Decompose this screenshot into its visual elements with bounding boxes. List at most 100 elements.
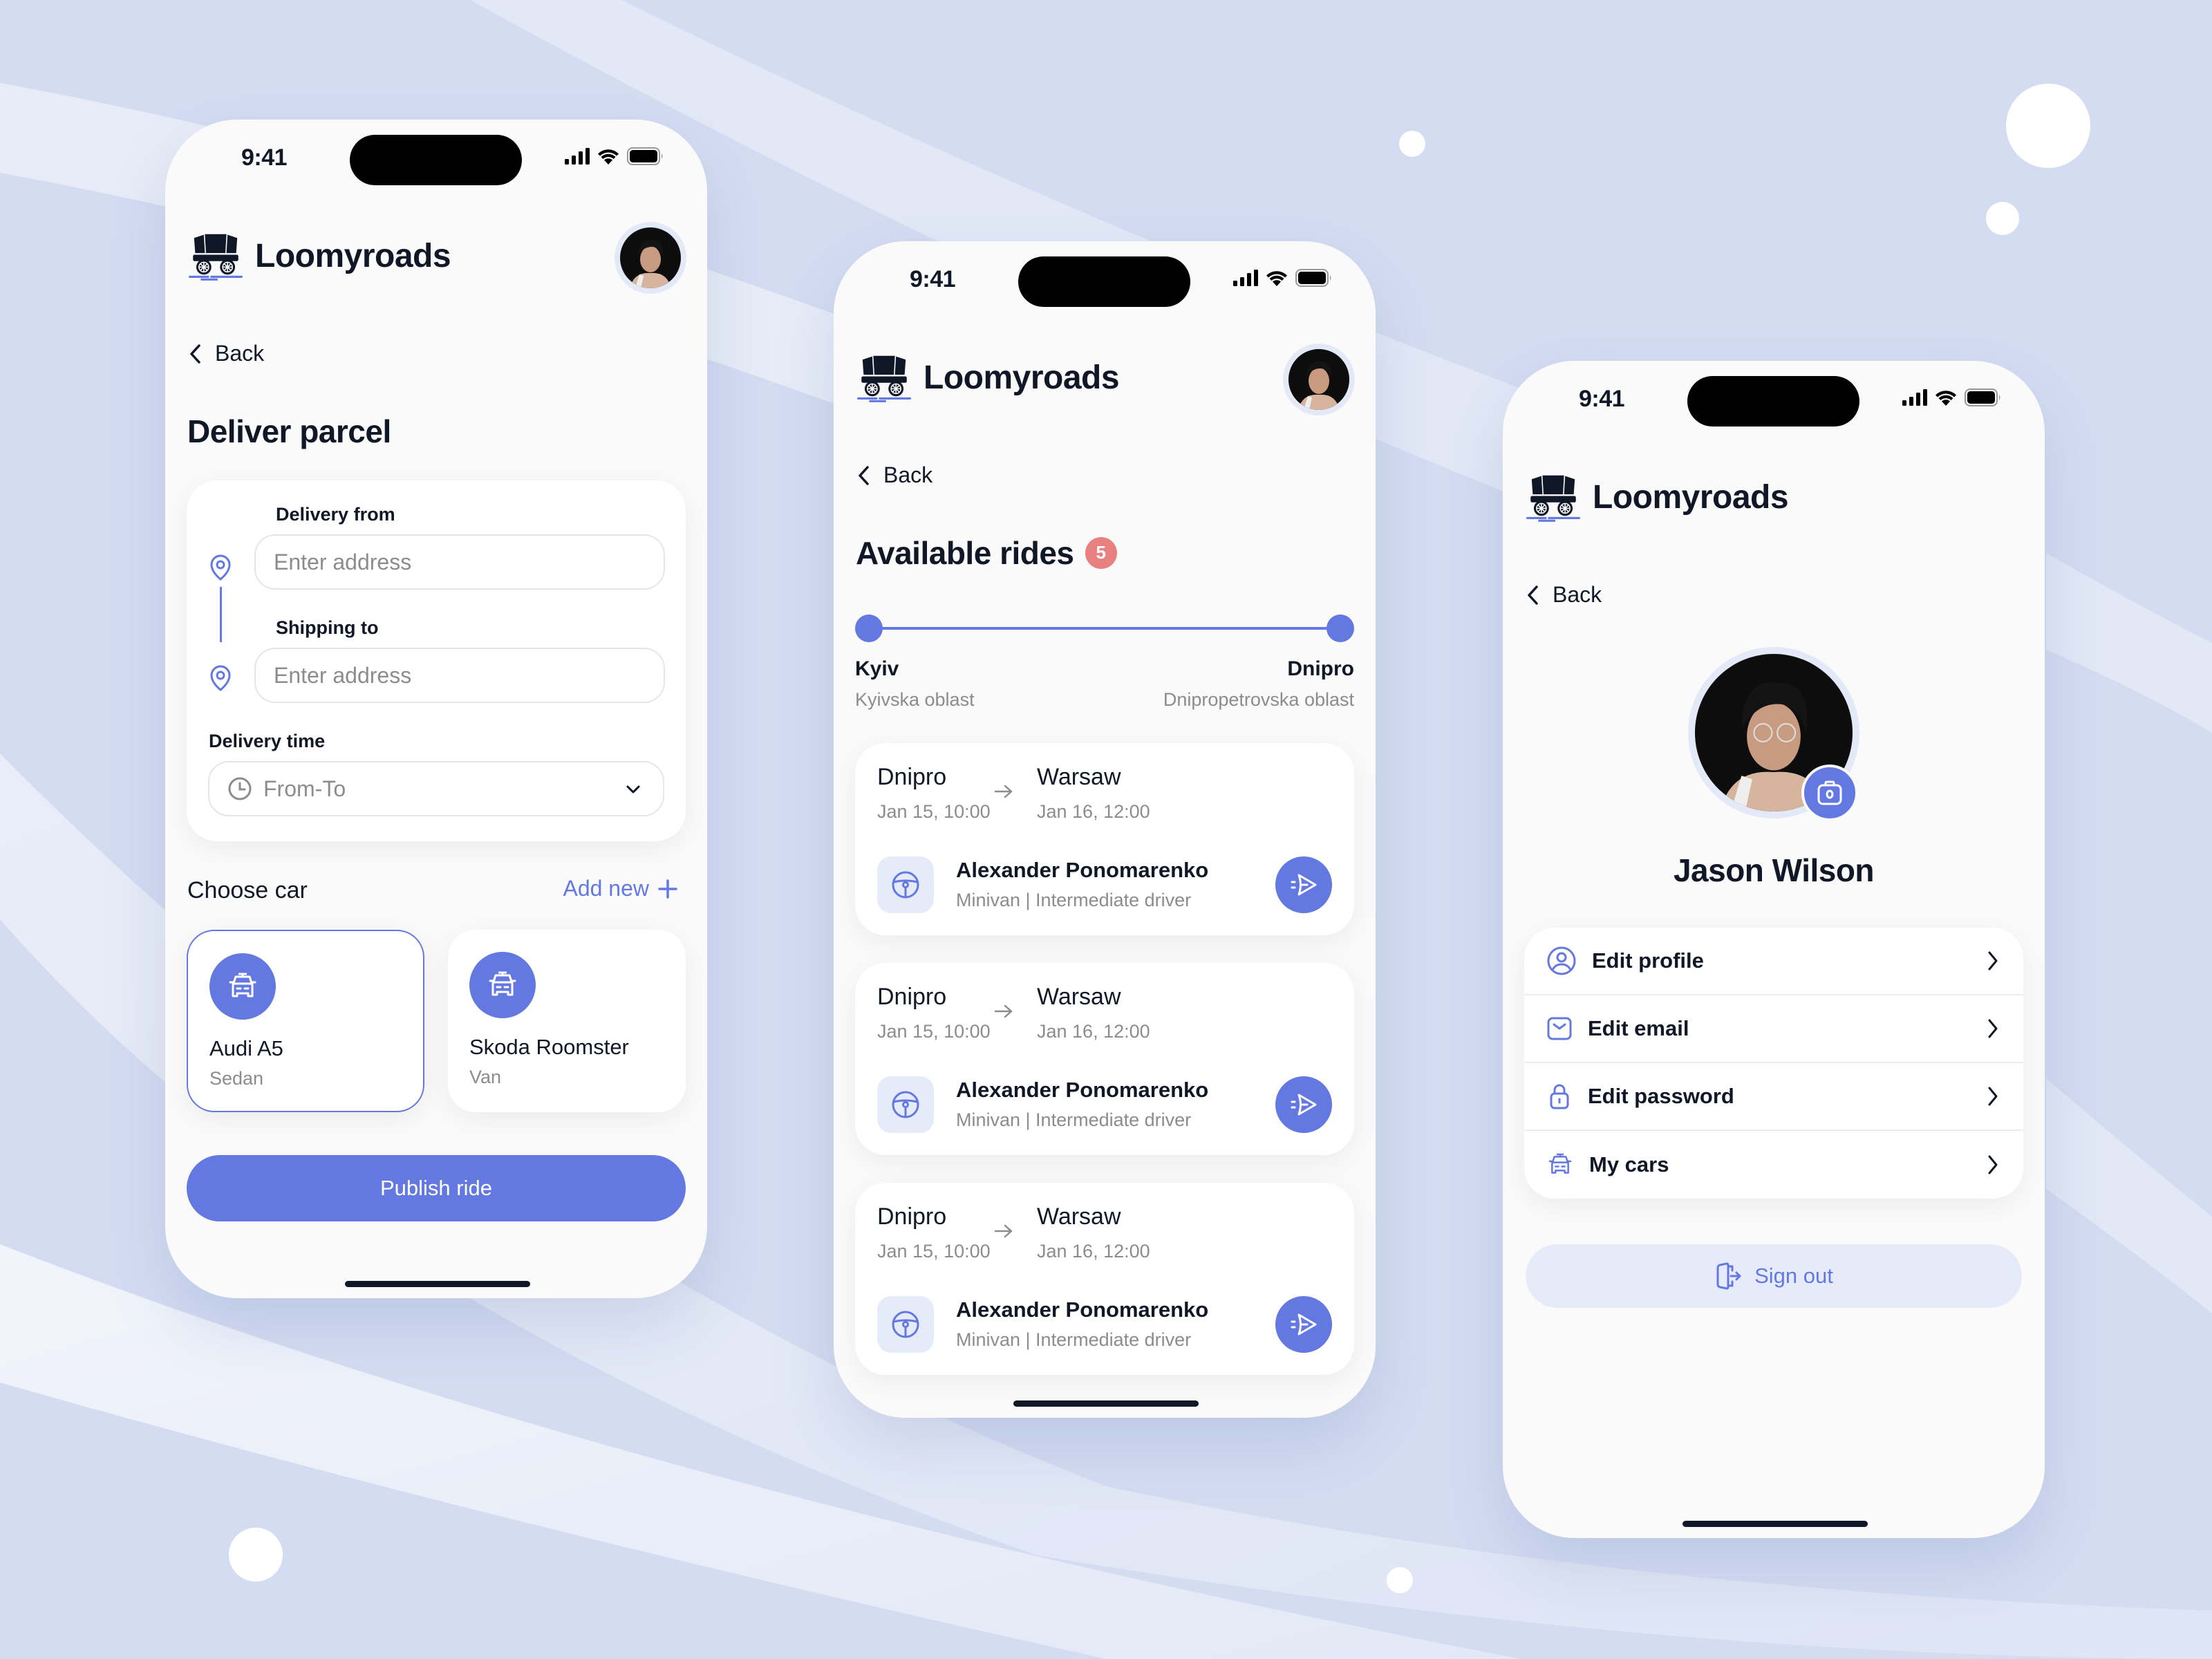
delivery-time-select[interactable]: From-To [208, 761, 664, 816]
chevron-down-icon [626, 785, 640, 794]
chevron-right-icon [1988, 951, 1998, 971]
driver-name: Alexander Ponomarenko [956, 858, 1209, 882]
delivery-form-card: Delivery from Enter address Shipping to … [187, 480, 686, 841]
menu-label: Edit email [1588, 1016, 1689, 1040]
status-icons [1902, 388, 2002, 406]
car-icon [1548, 1153, 1572, 1174]
sign-out-label: Sign out [1754, 1264, 1833, 1288]
home-indicator [345, 1281, 530, 1287]
lock-icon [1550, 1084, 1569, 1109]
ride-to: Warsaw [1037, 1203, 1121, 1230]
user-circle-icon [1547, 946, 1576, 975]
book-ride-button[interactable] [1275, 856, 1332, 913]
menu-label: My cars [1589, 1152, 1669, 1177]
driver-name: Alexander Ponomarenko [956, 1297, 1209, 1322]
arrow-right-icon [994, 1004, 1013, 1018]
delivery-time-label: Delivery time [209, 731, 326, 751]
car-name: Skoda Roomster [469, 1035, 629, 1059]
driver-icon-box [877, 856, 934, 913]
page-title: Deliver parcel [187, 413, 391, 449]
car-icon [229, 973, 256, 997]
route-start-dot [855, 615, 883, 642]
brand: Loomyroads [1526, 470, 1789, 524]
driver-icon-box [877, 1076, 934, 1133]
menu-item-my-cars[interactable]: My cars [1524, 1131, 2023, 1199]
back-button[interactable]: Back [857, 462, 932, 488]
driver-meta: Minivan | Intermediate driver [956, 1329, 1192, 1350]
sign-out-button[interactable]: Sign out [1526, 1244, 2022, 1308]
route-from-city: Kyiv [855, 657, 899, 680]
delivery-time-value: From-To [263, 776, 346, 801]
ride-from: Dnipro [877, 764, 947, 790]
dynamic-island [1018, 256, 1190, 307]
avatar[interactable] [1283, 344, 1355, 415]
status-time: 9:41 [1579, 386, 1625, 412]
wifi-icon [598, 149, 619, 165]
back-button[interactable]: Back [1526, 582, 1602, 608]
profile-name: Jason Wilson [1673, 852, 1875, 888]
car-icon-badge [469, 952, 536, 1018]
avatar-photo [1288, 349, 1349, 410]
steering-wheel-icon [892, 1311, 919, 1338]
add-new-label: Add new [563, 876, 649, 901]
profile-menu: Edit profile Edit email Edit password My… [1524, 928, 2023, 1199]
avatar[interactable] [615, 222, 686, 294]
car-card-skoda-roomster[interactable]: Skoda Roomster Van [448, 930, 686, 1112]
book-ride-button[interactable] [1275, 1296, 1332, 1353]
chevron-left-icon [859, 465, 869, 485]
publish-ride-button[interactable]: Publish ride [187, 1155, 686, 1221]
clock-icon [228, 777, 252, 800]
car-icon [489, 971, 516, 996]
menu-item-edit-email[interactable]: Edit email [1524, 995, 2023, 1063]
cellular-signal-icon [565, 148, 590, 165]
menu-label: Edit profile [1592, 948, 1704, 973]
back-label: Back [883, 462, 933, 487]
change-photo-button[interactable] [1801, 765, 1858, 821]
car-card-audi-a5[interactable]: Audi A5 Sedan [187, 930, 424, 1112]
driver-icon-box [877, 1296, 934, 1353]
driver-name: Alexander Ponomarenko [956, 1078, 1209, 1102]
wifi-icon [1266, 271, 1287, 286]
menu-item-edit-profile[interactable]: Edit profile [1524, 928, 2023, 995]
home-indicator [1683, 1521, 1868, 1527]
delivery-from-input[interactable]: Enter address [254, 534, 665, 590]
brand: Loomyroads [189, 229, 451, 283]
send-icon [1291, 874, 1317, 896]
status-time: 9:41 [241, 144, 288, 171]
route-line [866, 627, 1343, 630]
dynamic-island [350, 135, 522, 185]
shipping-to-label: Shipping to [276, 617, 379, 638]
phone-available-rides: 9:41 Loomyroads Back Available rides 5 Ky… [834, 241, 1376, 1418]
steering-wheel-icon [892, 871, 919, 899]
phone-deliver-parcel: 9:41 Loomyroads Back Deliver parcel Deli… [165, 120, 707, 1298]
decor-circle [2006, 84, 2090, 168]
ride-card[interactable]: Dnipro Jan 15, 10:00 Warsaw Jan 16, 12:0… [855, 743, 1354, 935]
chevron-left-icon [1528, 585, 1538, 605]
menu-item-edit-password[interactable]: Edit password [1524, 1063, 2023, 1131]
ride-to-time: Jan 16, 12:00 [1037, 1021, 1150, 1042]
ride-card[interactable]: Dnipro Jan 15, 10:00 Warsaw Jan 16, 12:0… [855, 1183, 1354, 1375]
book-ride-button[interactable] [1275, 1076, 1332, 1133]
page-title-text: Available rides [856, 535, 1074, 571]
route-end-dot [1327, 615, 1354, 642]
ride-card[interactable]: Dnipro Jan 15, 10:00 Warsaw Jan 16, 12:0… [855, 963, 1354, 1155]
add-new-car-button[interactable]: Add new [563, 876, 678, 901]
back-button[interactable]: Back [189, 341, 264, 366]
ride-to: Warsaw [1037, 764, 1121, 790]
mail-icon [1547, 1017, 1572, 1040]
battery-icon [627, 147, 663, 165]
ride-from: Dnipro [877, 984, 947, 1010]
car-list: Audi A5 Sedan Skoda Roomster Van [187, 930, 686, 1112]
dynamic-island [1687, 376, 1859, 427]
steering-wheel-icon [892, 1091, 919, 1118]
shipping-to-input[interactable]: Enter address [254, 648, 665, 703]
wagon-logo-icon [1526, 475, 1580, 522]
choose-car-label: Choose car [187, 877, 308, 903]
route-from-region: Kyivska oblast [855, 689, 975, 710]
menu-label: Edit password [1588, 1084, 1734, 1108]
brand-name: Loomyroads [924, 359, 1120, 396]
battery-icon [1295, 269, 1331, 287]
phone-profile: 9:41 Loomyroads Back Jason Wilson Edit p… [1503, 361, 2045, 1538]
wagon-logo-icon [857, 355, 911, 402]
decor-circle [229, 1528, 283, 1582]
